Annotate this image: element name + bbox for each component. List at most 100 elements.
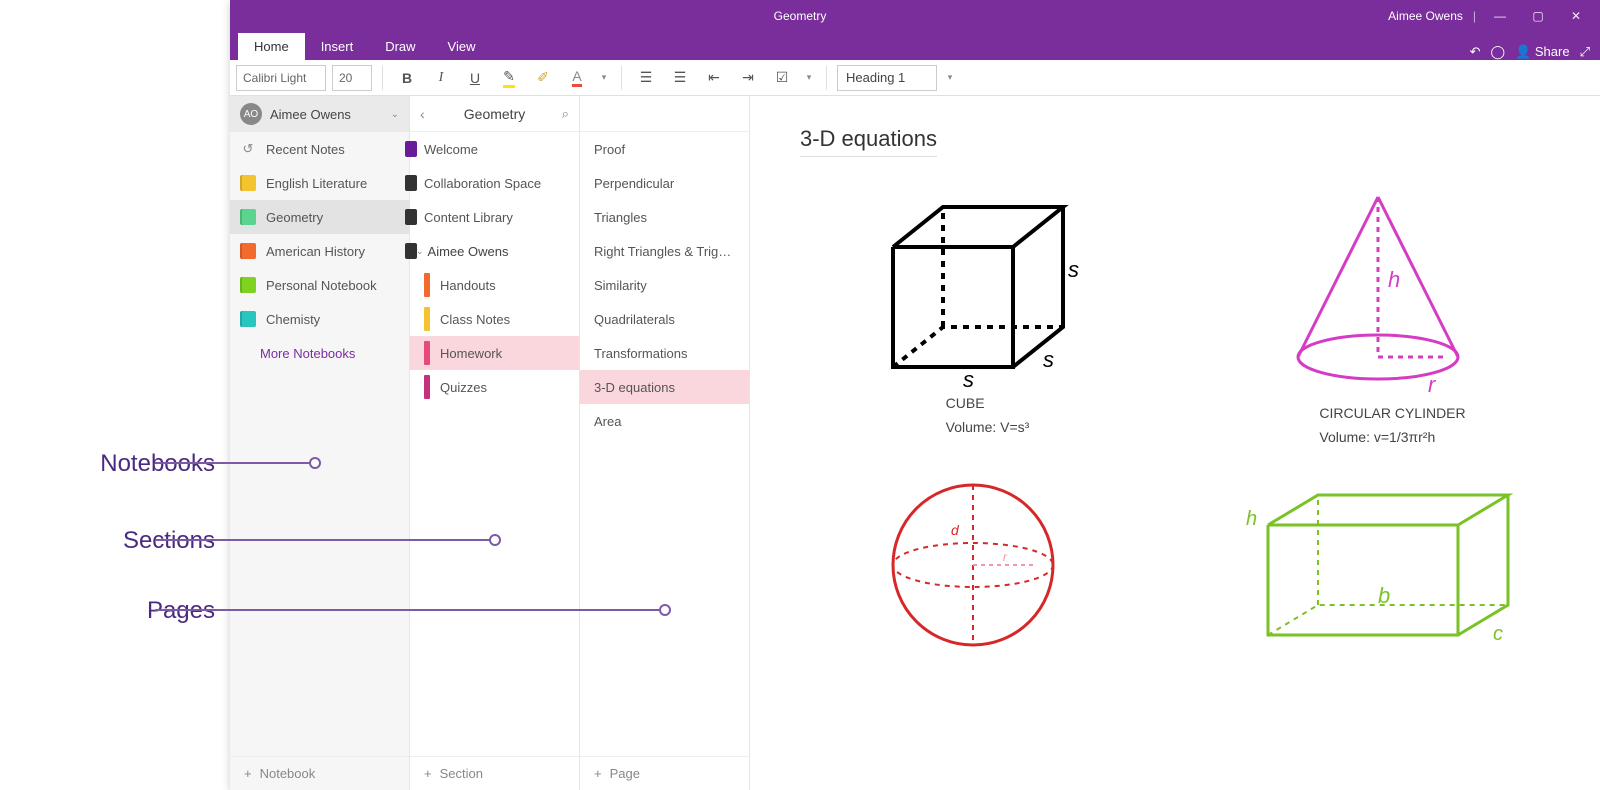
section-item[interactable]: Handouts [410, 268, 579, 302]
back-icon[interactable]: ‹ [420, 106, 425, 122]
tab-insert[interactable]: Insert [305, 33, 370, 60]
outdent-button[interactable]: ⇤ [700, 64, 728, 92]
notebook-label: Geometry [266, 210, 323, 225]
todo-button[interactable]: ☑ [768, 64, 796, 92]
italic-button[interactable]: I [427, 64, 455, 92]
svg-text:h: h [1388, 267, 1400, 292]
number-list-button[interactable]: ☰ [666, 64, 694, 92]
annotation-notebooks: Notebooks [100, 450, 215, 478]
share-button[interactable]: 👤 Share [1515, 44, 1570, 60]
user-name-label[interactable]: Aimee Owens [1388, 9, 1463, 23]
title-bar[interactable]: Geometry Aimee Owens | — ▢ ✕ [230, 0, 1600, 32]
chevron-down-icon: ⌄ [391, 109, 399, 120]
section-label: Collaboration Space [424, 176, 541, 191]
page-item[interactable]: Perpendicular [580, 166, 749, 200]
notebooks-column: AO Aimee Owens ⌄ ↺Recent Notes English Li… [230, 96, 410, 790]
sections-title: Geometry [464, 106, 525, 122]
font-color-button[interactable]: A [563, 64, 591, 92]
account-dropdown[interactable]: AO Aimee Owens ⌄ [230, 96, 409, 132]
book-icon [240, 243, 256, 259]
notebook-item[interactable]: Personal Notebook [230, 268, 409, 302]
svg-text:d: d [951, 522, 960, 538]
tab-home[interactable]: Home [238, 33, 305, 60]
page-item[interactable]: Triangles [580, 200, 749, 234]
notebook-label: English Literature [266, 176, 367, 191]
bold-button[interactable]: B [393, 64, 421, 92]
more-notebooks-link[interactable]: More Notebooks [230, 336, 409, 371]
section-color-bar [424, 273, 430, 297]
cone-formula: Volume: v=1/3πr²h [1319, 429, 1465, 445]
indent-button[interactable]: ⇥ [734, 64, 762, 92]
section-item[interactable]: Homework [410, 336, 579, 370]
bullet-list-button[interactable]: ☰ [632, 64, 660, 92]
prism-diagram: h b c [1238, 475, 1518, 655]
todo-dropdown[interactable]: ▾ [802, 72, 816, 83]
notebook-label: Personal Notebook [266, 278, 377, 293]
svg-text:r: r [1428, 372, 1437, 397]
sphere-diagram: d r [873, 475, 1073, 655]
highlight-button[interactable]: ✎ [495, 64, 523, 92]
canvas[interactable]: 3-D equations s s s [750, 96, 1600, 790]
section-item[interactable]: Welcome [410, 132, 579, 166]
notebook-item[interactable]: Geometry [230, 200, 409, 234]
maximize-button[interactable]: ▢ [1524, 2, 1552, 30]
section-item[interactable]: Content Library [410, 200, 579, 234]
section-item[interactable]: Collaboration Space [410, 166, 579, 200]
callout-panel: Notebooks Sections Pages [0, 0, 230, 790]
font-family-field[interactable]: Calibri Light [236, 65, 326, 91]
page-item[interactable]: 3-D equations [580, 370, 749, 404]
page-item[interactable]: Quadrilaterals [580, 302, 749, 336]
application-window: Geometry Aimee Owens | — ▢ ✕ Home Insert… [230, 0, 1600, 790]
heading-style-dropdown[interactable]: Heading 1 [837, 65, 937, 91]
close-button[interactable]: ✕ [1562, 2, 1590, 30]
page-item[interactable]: Transformations [580, 336, 749, 370]
sections-column: ‹ Geometry ⌕ Welcome Collaboration Space C… [410, 96, 580, 790]
page-item[interactable]: Right Triangles & Trig… [580, 234, 749, 268]
section-label: Handouts [440, 278, 496, 293]
page-title[interactable]: 3-D equations [800, 126, 937, 157]
section-item[interactable]: Quizzes [410, 370, 579, 404]
notebook-color-tab [405, 141, 417, 157]
font-color-dropdown[interactable]: ▾ [597, 72, 611, 83]
notebook-item[interactable]: English Literature [230, 166, 409, 200]
book-icon [240, 311, 256, 327]
notebook-color-tab [405, 243, 417, 259]
svg-text:s: s [1068, 257, 1079, 282]
fullscreen-icon[interactable]: ⤢ [1580, 44, 1590, 60]
cube-name: CUBE [946, 395, 1030, 411]
section-item[interactable]: Class Notes [410, 302, 579, 336]
book-icon [240, 209, 256, 225]
svg-text:s: s [963, 367, 974, 387]
account-icon[interactable]: ◯ [1491, 44, 1506, 60]
clock-icon: ↺ [240, 141, 256, 157]
page-item[interactable]: Area [580, 404, 749, 438]
page-item[interactable]: Proof [580, 132, 749, 166]
search-icon[interactable]: ⌕ [562, 106, 569, 122]
account-label: Aimee Owens [270, 107, 351, 122]
sections-header: ‹ Geometry ⌕ [410, 96, 579, 132]
cone-diagram: h r [1268, 187, 1488, 397]
svg-text:r: r [1003, 550, 1008, 564]
cone-name: CIRCULAR CYLINDER [1319, 405, 1465, 421]
section-group-header[interactable]: ⌄ Aimee Owens [410, 234, 579, 268]
notebook-item[interactable]: ↺Recent Notes [230, 132, 409, 166]
notebook-item[interactable]: Chemisty [230, 302, 409, 336]
font-size-field[interactable]: 20 [332, 65, 372, 91]
minimize-button[interactable]: — [1486, 2, 1514, 30]
notebook-item[interactable]: American History [230, 234, 409, 268]
heading-style-chevron[interactable]: ▾ [943, 72, 957, 83]
section-color-bar [424, 375, 430, 399]
tab-draw[interactable]: Draw [369, 33, 431, 60]
ink-button[interactable]: ✐ [529, 64, 557, 92]
add-notebook-button[interactable]: Notebook [230, 756, 409, 790]
notebook-color-tab [405, 175, 417, 191]
add-page-button[interactable]: Page [580, 756, 749, 790]
tab-view[interactable]: View [432, 33, 492, 60]
undo-icon[interactable]: ↶ [1470, 44, 1481, 60]
add-section-button[interactable]: Section [410, 756, 579, 790]
underline-button[interactable]: U [461, 64, 489, 92]
page-item[interactable]: Similarity [580, 268, 749, 302]
section-label: Content Library [424, 210, 513, 225]
chevron-down-icon: ⌄ [416, 246, 424, 257]
svg-text:h: h [1246, 508, 1257, 530]
